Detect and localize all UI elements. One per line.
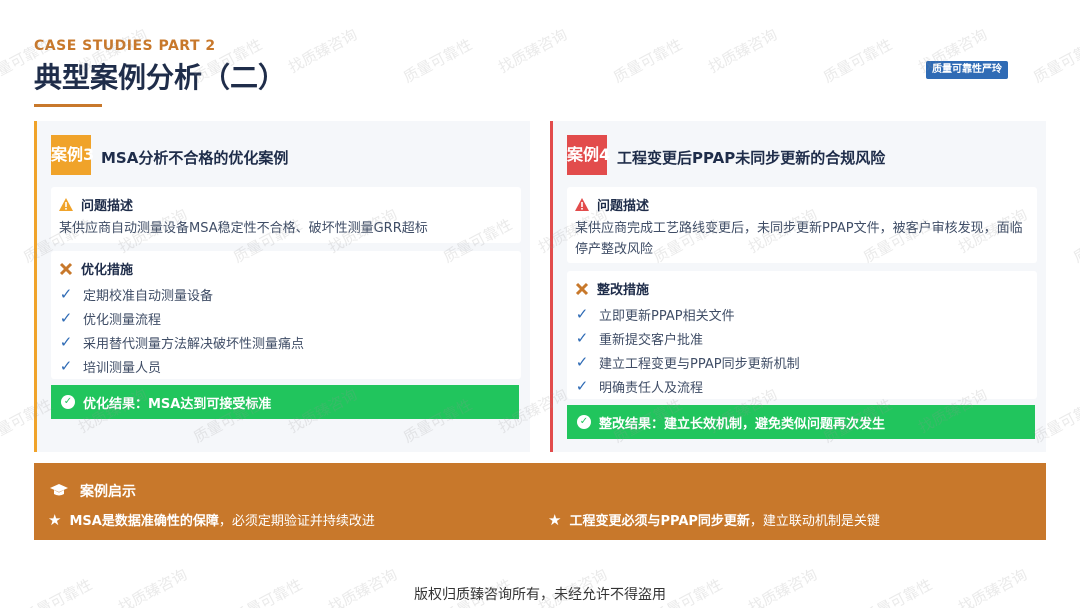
result-bar: ✓ 优化结果：MSA达到可接受标准 (51, 385, 519, 419)
problem-text: 某供应商完成工艺路线变更后，未同步更新PPAP文件，被客户审核发现，面临停产整改… (575, 221, 1023, 257)
check-circle-icon: ✓ (61, 395, 75, 409)
footer-copyright: 版权归质臻咨询所有，未经允许不得盗用 (414, 587, 666, 603)
watermark-text: 质量可靠性 (400, 35, 476, 87)
case-card-3: 案例3 MSA分析不合格的优化案例 问题描述 某供应商自动测量设备MSA稳定性不… (34, 121, 530, 452)
check-icon: ✓ (575, 353, 589, 371)
list-item: ✓ 明确责任人及流程 (575, 377, 704, 396)
watermark-text: 找质臻咨询 (495, 25, 571, 77)
brand-badge: 质量可靠性严玲 (926, 61, 1008, 79)
star-icon: ★ (548, 510, 562, 529)
watermark-text: 找质臻咨询 (705, 25, 781, 77)
page-title: 典型案例分析（二） (34, 61, 287, 94)
watermark-text: 找质臻咨询 (285, 25, 361, 77)
watermark-text: 质量可靠性 (820, 35, 896, 87)
check-icon: ✓ (59, 357, 73, 375)
problem-label: 问题描述 (597, 199, 650, 214)
list-item: ✓ 采用替代测量方法解决破坏性测量痛点 (59, 333, 305, 352)
check-icon: ✓ (575, 305, 589, 323)
watermark-text: 质量可靠性 (1030, 35, 1080, 87)
list-item: ✓ 定期校准自动测量设备 (59, 285, 214, 304)
case-card-4: 案例4 工程变更后PPAP未同步更新的合规风险 问题描述 某供应商完成工艺路线变… (550, 121, 1046, 452)
warning-triangle-icon (59, 198, 73, 211)
list-item: ✓ 立即更新PPAP相关文件 (575, 305, 735, 324)
list-item: ✓ 培训测量人员 (59, 357, 162, 376)
watermark-text: 质量可靠性 (1070, 215, 1080, 267)
insights-label: 案例启示 (80, 484, 136, 500)
problem-label: 问题描述 (81, 199, 134, 214)
measures-panel: 优化措施 ✓ 定期校准自动测量设备 ✓ 优化测量流程 ✓ 采用替代测量方法解决破坏性测… (51, 251, 521, 379)
problem-panel: 问题描述 某供应商完成工艺路线变更后，未同步更新PPAP文件，被客户审核发现，面… (567, 187, 1037, 263)
insights-panel: 案例启示 ★ MSA是数据准确性的保障，必须定期验证并持续改进 ★ 工程变更必须… (34, 463, 1046, 540)
case-title: MSA分析不合格的优化案例 (101, 149, 289, 167)
case-title: 工程变更后PPAP未同步更新的合规风险 (617, 149, 886, 167)
measures-label: 优化措施 (81, 263, 134, 278)
check-icon: ✓ (575, 377, 589, 395)
watermark-text: 质量可靠性 (610, 35, 686, 87)
case-tag: 案例4 (567, 135, 610, 175)
warning-triangle-icon (575, 198, 589, 211)
problem-panel: 问题描述 某供应商自动测量设备MSA稳定性不合格、破坏性测量GRR超标 (51, 187, 521, 243)
measures-list: ✓ 立即更新PPAP相关文件 ✓ 重新提交客户批准 ✓ 建立工程变更与PPAP同步更新… (567, 298, 1037, 398)
tools-icon (575, 282, 589, 295)
measures-panel: 整改措施 ✓ 立即更新PPAP相关文件 ✓ 重新提交客户批准 ✓ 建立工程变更与PPA… (567, 271, 1037, 399)
result-bar: ✓ 整改结果：建立长效机制，避免类似问题再次发生 (567, 405, 1035, 439)
measures-label: 整改措施 (597, 283, 650, 298)
check-circle-icon: ✓ (577, 415, 591, 429)
star-icon: ★ (48, 510, 62, 529)
insight-item: ★ 工程变更必须与PPAP同步更新，建立联动机制是关键 (548, 510, 880, 530)
title-underline (34, 104, 102, 107)
problem-text: 某供应商自动测量设备MSA稳定性不合格、破坏性测量GRR超标 (59, 221, 428, 236)
list-item: ✓ 建立工程变更与PPAP同步更新机制 (575, 353, 800, 372)
tools-icon (59, 262, 73, 275)
result-text: 优化结果：MSA达到可接受标准 (83, 396, 272, 412)
measures-list: ✓ 定期校准自动测量设备 ✓ 优化测量流程 ✓ 采用替代测量方法解决破坏性测量痛点 ✓… (51, 278, 521, 378)
list-item: ✓ 优化测量流程 (59, 309, 162, 328)
insight-item: ★ MSA是数据准确性的保障，必须定期验证并持续改进 (48, 510, 375, 530)
result-text: 整改结果：建立长效机制，避免类似问题再次发生 (599, 416, 886, 432)
check-icon: ✓ (59, 333, 73, 351)
section-eyebrow: CASE STUDIES PART 2 (34, 38, 216, 54)
graduation-cap-icon (50, 484, 68, 496)
check-icon: ✓ (575, 329, 589, 347)
list-item: ✓ 重新提交客户批准 (575, 329, 704, 348)
check-icon: ✓ (59, 285, 73, 303)
case-tag: 案例3 (51, 135, 94, 175)
check-icon: ✓ (59, 309, 73, 327)
